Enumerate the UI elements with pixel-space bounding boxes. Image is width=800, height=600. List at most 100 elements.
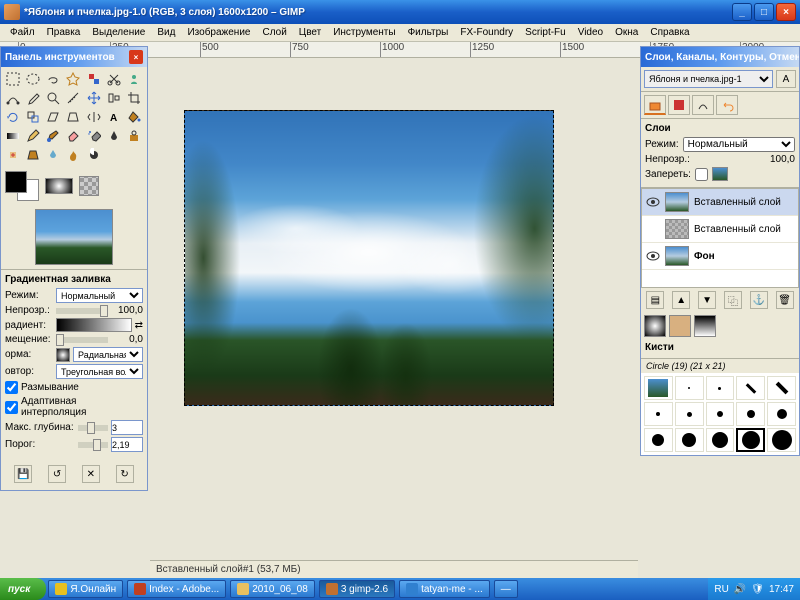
taskbar-item[interactable]: 2010_06_08	[230, 580, 315, 598]
anchor-layer-button[interactable]: ⚓	[750, 291, 768, 309]
delete-layer-button[interactable]: 🗑	[776, 291, 794, 309]
tray-icon[interactable]: 🔊	[734, 584, 746, 595]
lasso-tool[interactable]	[44, 70, 62, 88]
brush-item[interactable]	[675, 428, 704, 452]
active-gradient-swatch[interactable]	[45, 178, 73, 194]
tab-paths[interactable]	[692, 95, 714, 115]
brush-item[interactable]	[706, 428, 735, 452]
rect-select-tool[interactable]	[4, 70, 22, 88]
foreground-select-tool[interactable]	[125, 70, 143, 88]
perspective-clone-tool[interactable]	[24, 146, 42, 164]
brush-item[interactable]	[706, 402, 735, 426]
brush-item[interactable]	[644, 376, 673, 400]
brush-item[interactable]	[675, 402, 704, 426]
menu-image[interactable]: Изображение	[181, 25, 256, 40]
opts-restore-icon[interactable]: ↺	[48, 465, 66, 483]
taskbar-item[interactable]: Index - Adobe...	[127, 580, 226, 598]
color-picker-tool[interactable]	[24, 89, 42, 107]
brush-item[interactable]	[644, 428, 673, 452]
tab-channels[interactable]	[668, 95, 690, 115]
rotate-tool[interactable]	[4, 108, 22, 126]
menu-select[interactable]: Выделение	[86, 25, 151, 40]
maximize-button[interactable]: □	[754, 3, 774, 21]
smudge-tool[interactable]	[64, 146, 82, 164]
threshold-input[interactable]	[111, 437, 143, 452]
maxdepth-slider[interactable]	[78, 425, 108, 431]
visibility-icon[interactable]	[646, 197, 660, 207]
menu-edit[interactable]: Правка	[41, 25, 87, 40]
opts-save-icon[interactable]: 💾	[14, 465, 32, 483]
opacity-slider[interactable]	[56, 308, 108, 314]
pattern-swatch[interactable]	[694, 315, 716, 337]
layer-mode-select[interactable]: Нормальный	[683, 137, 795, 152]
menu-windows[interactable]: Окна	[609, 25, 644, 40]
brush-item[interactable]	[767, 376, 796, 400]
canvas-image[interactable]	[184, 110, 554, 406]
lower-layer-button[interactable]: ▼	[698, 291, 716, 309]
brush-item[interactable]	[767, 402, 796, 426]
active-pattern-swatch[interactable]	[79, 176, 99, 196]
maxdepth-input[interactable]	[111, 420, 143, 435]
mode-select[interactable]: Нормальный	[56, 288, 143, 303]
minimize-button[interactable]: _	[732, 3, 752, 21]
clone-tool[interactable]	[125, 127, 143, 145]
menu-layer[interactable]: Слой	[256, 25, 292, 40]
flip-tool[interactable]	[85, 108, 103, 126]
text-tool[interactable]: A	[105, 108, 123, 126]
opts-delete-icon[interactable]: ✕	[82, 465, 100, 483]
layer-item[interactable]: Вставленный слой	[642, 216, 798, 243]
perspective-tool[interactable]	[64, 108, 82, 126]
taskbar-item[interactable]: Я.Онлайн	[48, 580, 123, 598]
paintbrush-tool[interactable]	[44, 127, 62, 145]
menu-tools[interactable]: Инструменты	[327, 25, 401, 40]
tab-layers[interactable]	[644, 95, 666, 115]
menu-filters[interactable]: Фильтры	[402, 25, 455, 40]
color-select-tool[interactable]	[85, 70, 103, 88]
auto-button[interactable]: А	[776, 70, 796, 88]
menu-help[interactable]: Справка	[644, 25, 695, 40]
threshold-slider[interactable]	[78, 442, 108, 448]
layer-item[interactable]: Вставленный слой	[642, 189, 798, 216]
visibility-icon[interactable]	[646, 251, 660, 261]
zoom-tool[interactable]	[44, 89, 62, 107]
brush-item[interactable]	[644, 402, 673, 426]
duplicate-layer-button[interactable]: ⿻	[724, 291, 742, 309]
lang-indicator[interactable]: RU	[714, 584, 728, 595]
opts-reset-icon[interactable]: ↻	[116, 465, 134, 483]
menu-file[interactable]: Файл	[4, 25, 41, 40]
offset-slider[interactable]	[56, 337, 108, 343]
scissors-tool[interactable]	[105, 70, 123, 88]
scale-tool[interactable]	[24, 108, 42, 126]
fuzzy-select-tool[interactable]	[64, 70, 82, 88]
blur-tool[interactable]	[44, 146, 62, 164]
taskbar-item[interactable]: tatyan-me - ...	[399, 580, 490, 598]
brush-item[interactable]	[706, 376, 735, 400]
taskbar-item[interactable]: 3 gimp-2.6	[319, 580, 395, 598]
shear-tool[interactable]	[44, 108, 62, 126]
toolbox-titlebar[interactable]: Панель инструментов ×	[1, 47, 147, 67]
brush-item[interactable]	[736, 428, 765, 452]
brush-item[interactable]	[767, 428, 796, 452]
move-tool[interactable]	[85, 89, 103, 107]
brush-item[interactable]	[736, 376, 765, 400]
dither-checkbox[interactable]	[5, 381, 18, 394]
bucket-fill-tool[interactable]	[125, 108, 143, 126]
menu-video[interactable]: Video	[572, 25, 609, 40]
pattern-swatch[interactable]	[669, 315, 691, 337]
menu-color[interactable]: Цвет	[293, 25, 327, 40]
lock-checkbox[interactable]	[695, 168, 708, 181]
new-layer-button[interactable]: ▤	[646, 291, 664, 309]
taskbar-item[interactable]: —	[494, 580, 518, 598]
brush-item[interactable]	[736, 402, 765, 426]
pencil-tool[interactable]	[24, 127, 42, 145]
image-thumbnail[interactable]	[35, 209, 113, 265]
fg-color-swatch[interactable]	[5, 171, 27, 193]
lock-thumb-icon[interactable]	[712, 167, 728, 181]
pattern-swatch[interactable]	[644, 315, 666, 337]
heal-tool[interactable]	[4, 146, 22, 164]
toolbox-close-button[interactable]: ×	[129, 50, 143, 64]
menu-view[interactable]: Вид	[151, 25, 181, 40]
menu-scriptfu[interactable]: Script-Fu	[519, 25, 572, 40]
clock[interactable]: 17:47	[769, 584, 794, 595]
dodge-burn-tool[interactable]	[85, 146, 103, 164]
